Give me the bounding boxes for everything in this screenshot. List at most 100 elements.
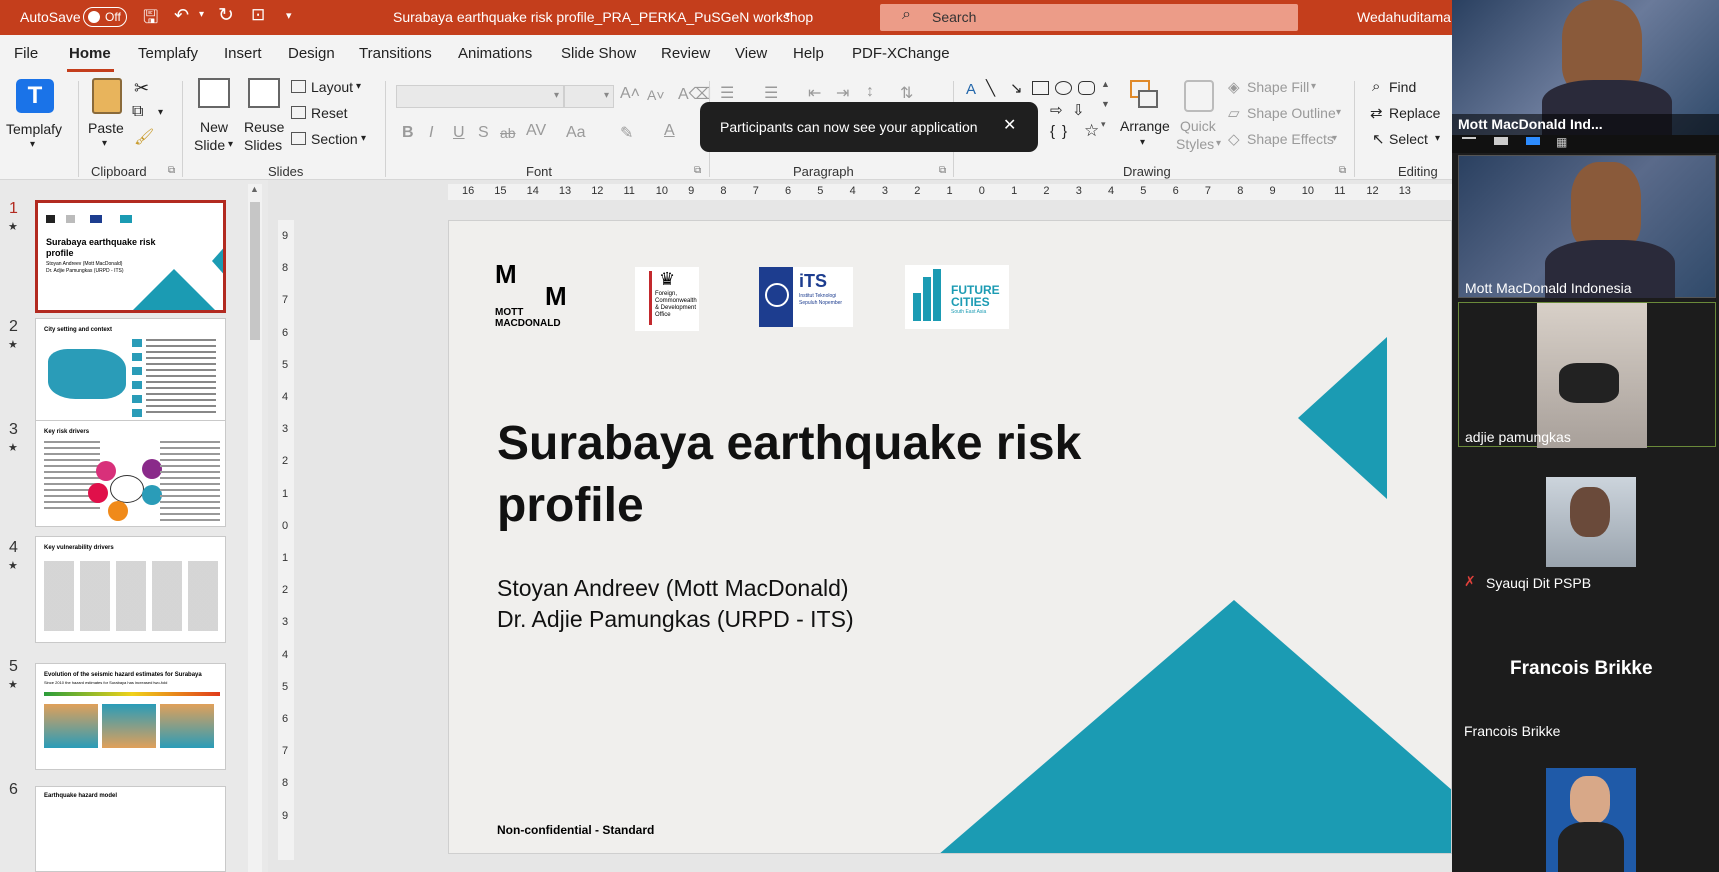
gallery-view-icon[interactable]: ▦ [1556, 135, 1567, 149]
line-spacing-icon[interactable]: ↕ [866, 83, 874, 101]
slide-thumbnail-1[interactable]: Surabaya earthquake risk profile Stoyan … [35, 200, 226, 313]
document-title[interactable]: Surabaya earthquake risk profile_PRA_PER… [393, 9, 813, 25]
decrease-indent-icon[interactable]: ⇤ [808, 83, 821, 103]
title-dropdown-icon[interactable]: ▾ [785, 10, 790, 21]
search-box[interactable]: ⌕ Search [880, 4, 1298, 31]
tab-animations[interactable]: Animations [458, 45, 532, 62]
clipboard-launcher-icon[interactable]: ⧉ [168, 165, 175, 176]
tab-review[interactable]: Review [661, 45, 710, 62]
increase-indent-icon[interactable]: ⇥ [836, 83, 849, 103]
paragraph-launcher-icon[interactable]: ⧉ [939, 165, 946, 176]
video-tile-2[interactable]: Mott MacDonald Indonesia [1458, 155, 1716, 298]
gallery-down-icon[interactable]: ▼ [1101, 99, 1110, 109]
layout-dropdown-icon[interactable]: ▾ [356, 81, 361, 92]
bold-button[interactable]: B [402, 124, 414, 142]
highlight-icon[interactable]: ✎ [620, 123, 633, 143]
shadow-button[interactable]: S [478, 124, 489, 142]
shape-fill-dropdown-icon[interactable]: ▾ [1311, 81, 1316, 92]
shape-outline-dropdown-icon[interactable]: ▾ [1336, 107, 1341, 118]
shrink-font-icon[interactable]: A˅ [647, 87, 665, 103]
strip-view-icon[interactable] [1526, 137, 1540, 145]
redo-icon[interactable]: ↻ [218, 4, 234, 27]
reuse-slides-button[interactable]: Reuse Slides [244, 78, 286, 162]
arrange-button[interactable]: Arrange ▾ [1118, 78, 1174, 162]
speaker-view-icon[interactable] [1494, 137, 1508, 145]
font-color-icon[interactable]: A [664, 122, 675, 140]
tab-slide-show[interactable]: Slide Show [561, 45, 636, 62]
slide-thumbnail-5[interactable]: Evolution of the seismic hazard estimate… [35, 663, 226, 770]
drawing-launcher-icon[interactable]: ⧉ [1339, 165, 1346, 176]
thumbnail-scrollbar[interactable]: ▲ [248, 184, 262, 872]
video-tile-5[interactable]: Francois Brikke Francois Brikke [1458, 602, 1716, 747]
tab-pdf-xchange[interactable]: PDF-XChange [852, 45, 950, 62]
format-painter-icon[interactable]: 🖌 [134, 127, 154, 147]
shape-effects-button[interactable]: Shape Effects [1247, 131, 1334, 147]
new-slide-button[interactable]: New Slide ▾ [192, 78, 236, 162]
minimize-icon[interactable] [1462, 137, 1476, 139]
customize-toolbar-icon[interactable]: ▾ [286, 9, 292, 22]
autosave-toggle[interactable]: Off [83, 7, 127, 27]
reset-button[interactable]: Reset [311, 105, 348, 121]
underline-button[interactable]: U [453, 124, 465, 142]
text-direction-icon[interactable]: ⇅ [900, 83, 913, 103]
font-launcher-icon[interactable]: ⧉ [694, 165, 701, 176]
slide-thumbnail-2[interactable]: City setting and context [35, 318, 226, 425]
tab-insert[interactable]: Insert [224, 45, 262, 62]
user-name[interactable]: Wedahuditama, [1357, 9, 1455, 25]
section-button[interactable]: Section [311, 131, 358, 147]
thumb-subtitle: Stoyan Andreev (Mott MacDonald) Dr. Adji… [46, 261, 124, 274]
italic-button[interactable]: I [429, 124, 433, 142]
shape-effects-dropdown-icon[interactable]: ▾ [1332, 133, 1337, 144]
tab-file[interactable]: File [14, 45, 38, 62]
change-case-icon[interactable]: Aa [566, 124, 586, 142]
strikethrough-button[interactable]: ab [500, 125, 516, 141]
cut-icon[interactable]: ✂ [134, 78, 149, 99]
slide-thumbnail-6[interactable]: Earthquake hazard model [35, 786, 226, 872]
replace-button[interactable]: Replace [1389, 105, 1440, 121]
close-icon[interactable]: ✕ [1003, 115, 1016, 135]
undo-icon[interactable]: ↶ [174, 5, 189, 26]
tab-design[interactable]: Design [288, 45, 335, 62]
select-dropdown-icon[interactable]: ▾ [1435, 133, 1440, 144]
save-icon[interactable]: 🖫 [143, 5, 158, 35]
gallery-more-icon[interactable]: ▾ [1101, 119, 1106, 130]
copy-icon[interactable]: ⧉ [132, 103, 143, 121]
quick-styles-icon [1184, 80, 1214, 112]
video-tile-3[interactable]: adjie pamungkas [1458, 302, 1716, 448]
tab-transitions[interactable]: Transitions [359, 45, 432, 62]
grow-font-icon[interactable]: A˄ [620, 85, 640, 103]
templafy-button[interactable]: T Templafy ▾ [6, 79, 68, 159]
numbering-icon[interactable]: ☰ [764, 83, 778, 103]
slide-thumbnail-3[interactable]: Key risk drivers [35, 420, 226, 527]
slide-canvas[interactable]: M M MOTT MACDONALD ♛ Foreign, Commonweal… [448, 220, 1452, 854]
clear-formatting-icon[interactable]: A⌫ [678, 84, 711, 104]
paste-button[interactable]: Paste ▾ [88, 78, 128, 158]
video-tile-6[interactable] [1458, 752, 1716, 872]
horizontal-ruler: 16 15 14 13 12 11 10 9 8 7 6 5 4 3 2 1 0 1 2 3 4 5 6 7 8 9 10 11 12 1… [448, 184, 1452, 200]
bullets-icon[interactable]: ☰ [720, 83, 734, 103]
video-tile-1[interactable]: Mott MacDonald Ind... [1452, 0, 1719, 135]
ruler-tick-label: 6 [282, 326, 289, 339]
copy-dropdown-icon[interactable]: ▾ [158, 107, 163, 118]
scroll-up-icon[interactable]: ▲ [250, 184, 259, 194]
gallery-up-icon[interactable]: ▲ [1101, 79, 1110, 89]
tab-templafy[interactable]: Templafy [138, 45, 198, 62]
undo-dropdown-icon[interactable]: ▾ [199, 9, 204, 20]
slide-thumbnail-4[interactable]: Key vulnerability drivers [35, 536, 226, 643]
character-spacing-icon[interactable]: AV [526, 122, 546, 140]
scroll-thumb[interactable] [250, 202, 260, 340]
select-button[interactable]: Select [1389, 131, 1428, 147]
shape-fill-button[interactable]: Shape Fill [1247, 79, 1309, 95]
font-name-select[interactable]: ▾ [396, 85, 564, 108]
font-size-select[interactable]: ▾ [564, 85, 614, 108]
shape-outline-button[interactable]: Shape Outline [1247, 105, 1336, 121]
tab-home[interactable]: Home [69, 45, 111, 62]
section-dropdown-icon[interactable]: ▾ [361, 133, 366, 144]
find-button[interactable]: Find [1389, 79, 1416, 95]
quick-styles-button[interactable]: Quick Styles ▾ [1176, 78, 1226, 162]
tab-view[interactable]: View [735, 45, 767, 62]
tab-help[interactable]: Help [793, 45, 824, 62]
layout-button[interactable]: Layout [311, 79, 353, 95]
video-tile-4[interactable]: ✗ Syauqi Dit PSPB [1458, 452, 1716, 597]
present-icon[interactable]: ⊡ [251, 5, 265, 25]
